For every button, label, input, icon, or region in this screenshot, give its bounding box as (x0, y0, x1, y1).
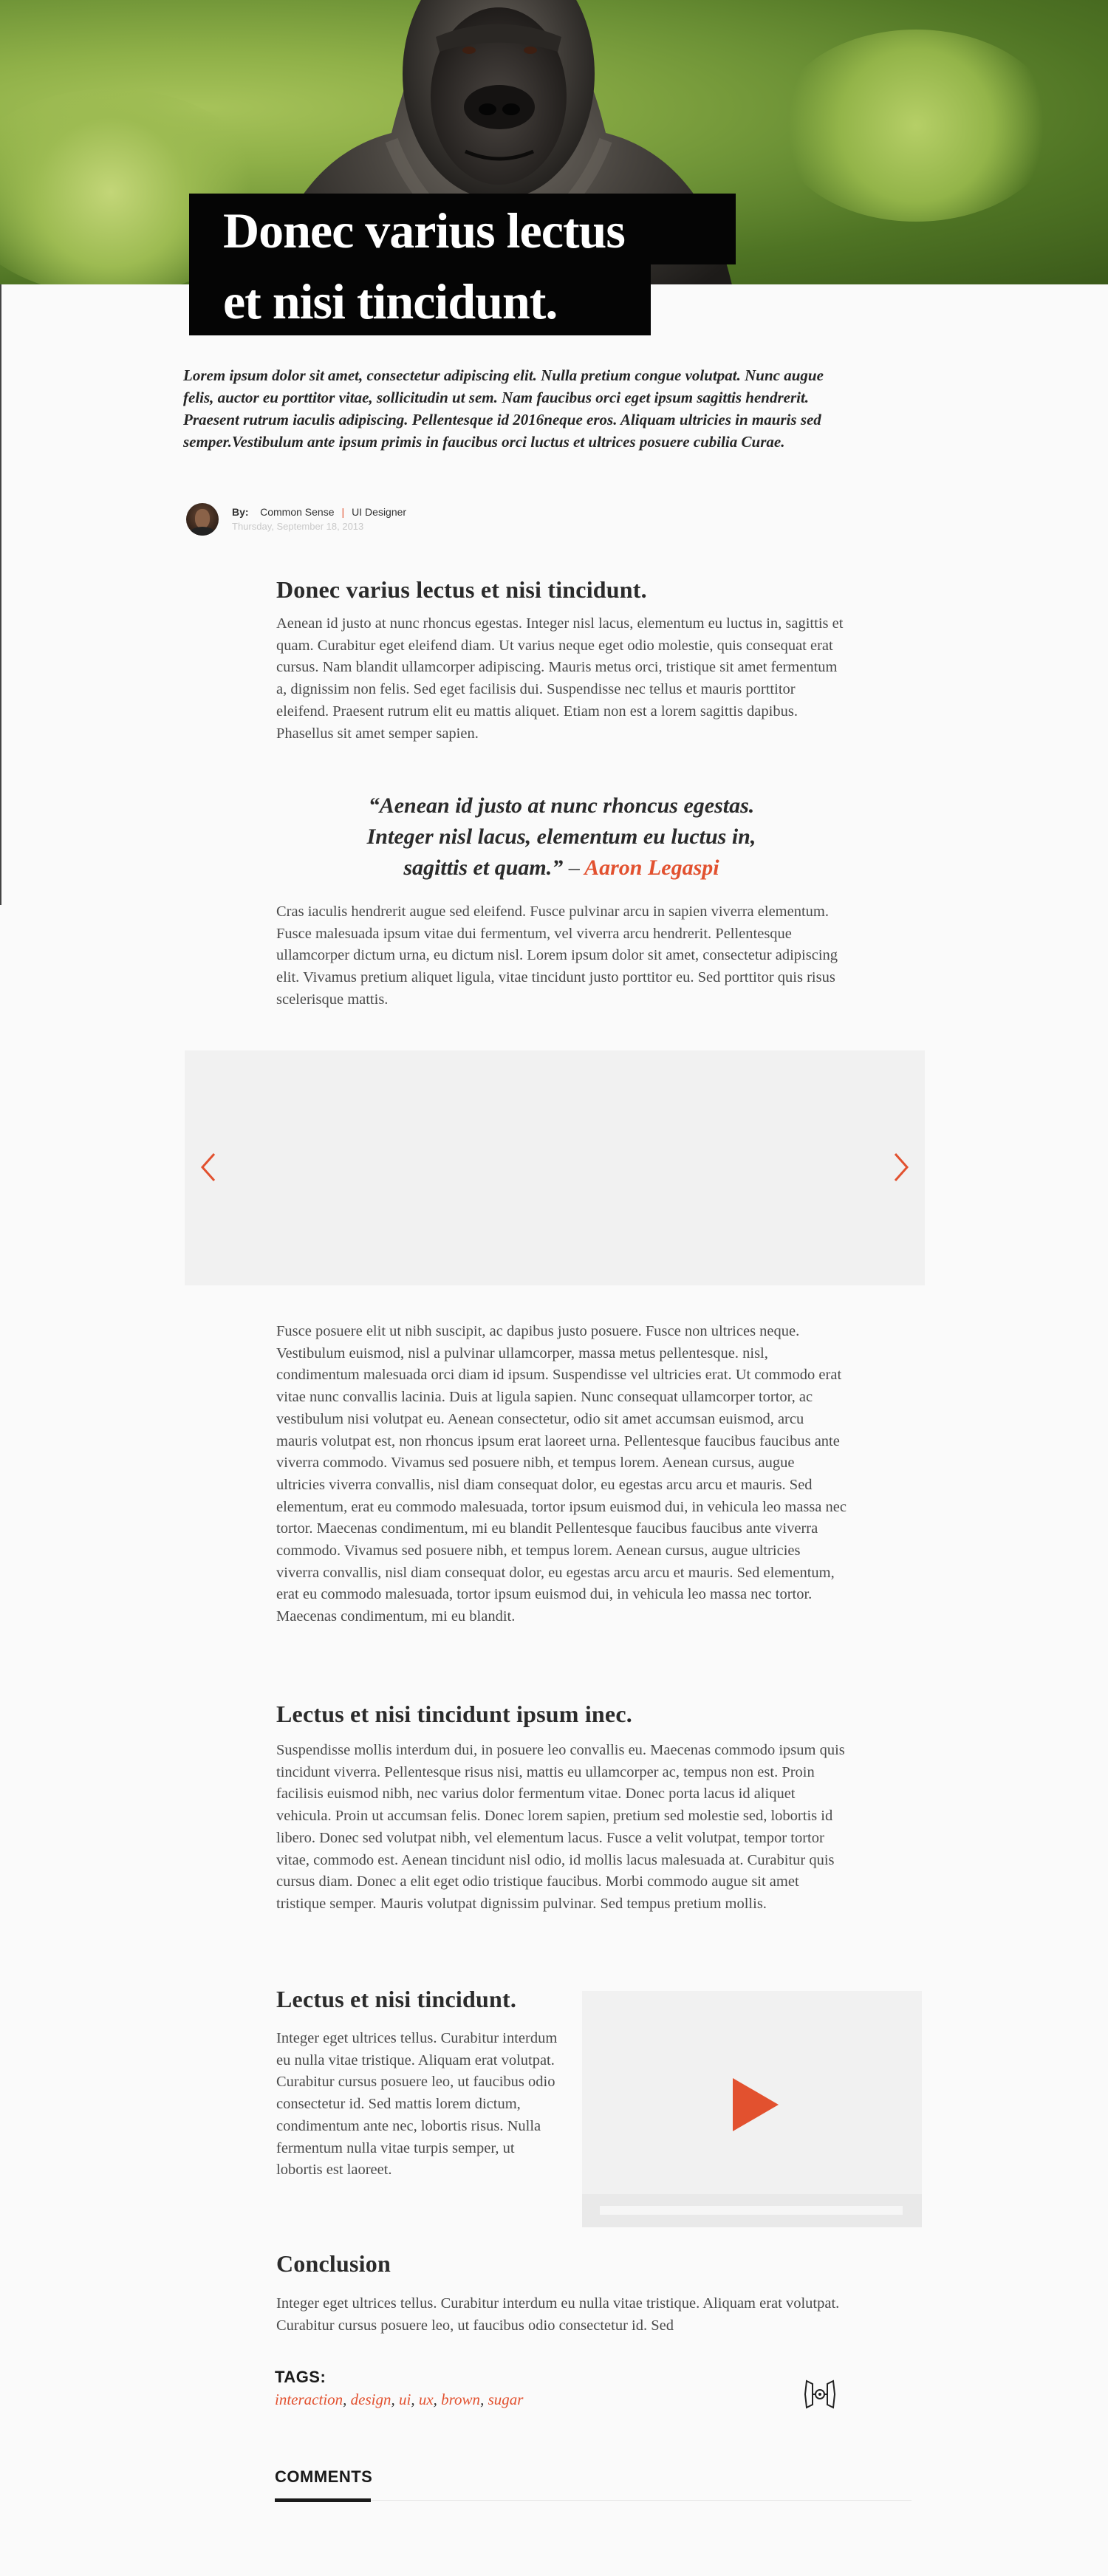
section-heading: Conclusion (276, 2250, 391, 2277)
paragraph: Cras iaculis hendrerit augue sed eleifen… (276, 903, 838, 1008)
publish-date: Thursday, September 18, 2013 (232, 521, 364, 532)
byline: By: Common Sense | UI Designer Thursday, S… (186, 503, 629, 540)
chevron-left-icon[interactable] (198, 1152, 219, 1182)
tag-link[interactable]: ux (419, 2391, 434, 2408)
tag-link[interactable]: design (351, 2391, 391, 2408)
tag-link[interactable]: ui (399, 2391, 411, 2408)
tie-fighter-icon (804, 2379, 836, 2409)
title-line-2: et nisi tincidunt. (189, 264, 651, 335)
video-player[interactable] (582, 1991, 922, 2227)
comments-heading[interactable]: COMMENTS (275, 2467, 372, 2487)
section-heading: Donec varius lectus et nisi tincidunt. (276, 576, 647, 603)
chevron-right-icon[interactable] (891, 1152, 912, 1182)
video-progress-track[interactable] (600, 2206, 903, 2215)
comments-tab-underline (275, 2498, 371, 2502)
by-label: By: (232, 506, 249, 518)
pull-quote: “Aenean id justo at nunc rhoncus egestas… (276, 790, 847, 884)
tag-link[interactable]: interaction (275, 2391, 343, 2408)
section-body: Integer eget ultrices tellus. Curabitur … (276, 2295, 840, 2334)
tag-link[interactable]: brown (441, 2391, 480, 2408)
quote-line-1: “Aenean id justo at nunc rhoncus egestas… (368, 793, 755, 818)
article-lede: Lorem ipsum dolor sit amet, consectetur … (183, 366, 824, 451)
tag-list: interaction, design, ui, ux, brown, suga… (275, 2391, 524, 2408)
section-heading: Lectus et nisi tincidunt. (276, 1986, 517, 2012)
left-edge-rule (0, 284, 1, 905)
section-body: Integer eget ultrices tellus. Curabitur … (276, 2030, 558, 2179)
quote-line-3: sagittis et quam.” (403, 855, 564, 880)
video-controls (582, 2194, 922, 2227)
page-title: Donec varius lectus et nisi tincidunt. (189, 194, 736, 335)
section-heading: Lectus et nisi tincidunt ipsum inec. (276, 1701, 632, 1727)
tags-label: TAGS: (275, 2368, 326, 2386)
quote-author-link[interactable]: Aaron Legaspi (584, 855, 719, 880)
image-slider (185, 1050, 925, 1285)
author-name[interactable]: Common Sense (260, 506, 334, 518)
article-page: Donec varius lectus et nisi tincidunt. L… (0, 0, 1108, 2576)
byline-separator: | (341, 506, 345, 518)
section-body: Suspendisse mollis interdum dui, in posu… (276, 1742, 845, 1912)
paragraph: Fusce posuere elit ut nibh suscipit, ac … (276, 1323, 847, 1625)
title-line-1: Donec varius lectus (189, 194, 736, 264)
quote-dash: – (568, 855, 580, 880)
tag-link[interactable]: sugar (488, 2391, 524, 2408)
author-role: UI Designer (352, 506, 407, 518)
play-icon[interactable] (733, 2078, 779, 2131)
section-body: Aenean id justo at nunc rhoncus egestas.… (276, 615, 844, 742)
author-avatar[interactable] (186, 503, 219, 536)
quote-line-2: Integer nisl lacus, elementum eu luctus … (366, 824, 756, 849)
byline-text: By: Common Sense | UI Designer (232, 506, 406, 518)
